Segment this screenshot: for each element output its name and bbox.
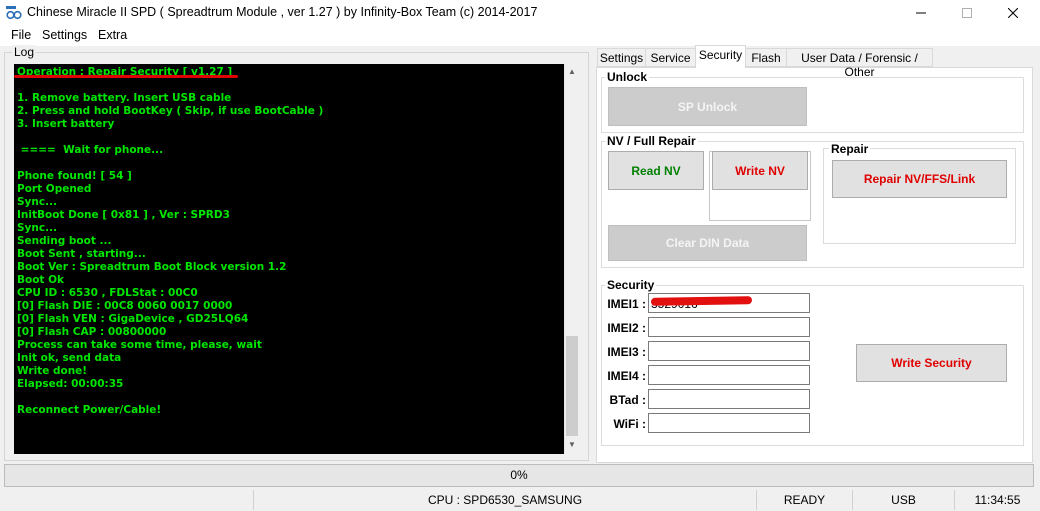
app-logo-icon [6, 6, 22, 20]
log-line: [0] Flash CAP : 00800000 [17, 326, 167, 338]
tab-service[interactable]: Service [645, 48, 696, 67]
status-state: READY [756, 490, 852, 510]
log-console[interactable]: Operation : Repair Security [ v1.27 ] 1. … [14, 64, 564, 454]
log-line: 1. Remove battery. Insert USB cable [17, 92, 232, 104]
wifi-field[interactable] [648, 413, 810, 433]
maximize-button[interactable] [944, 0, 990, 26]
write-security-button[interactable]: Write Security [856, 344, 1007, 382]
repair-nv-ffs-link-button[interactable]: Repair NV/FFS/Link [832, 160, 1007, 198]
security-title: Security [605, 278, 657, 292]
tab-flash[interactable]: Flash [745, 48, 787, 67]
log-line: Boot Ver : Spreadtrum Boot Block version… [17, 261, 287, 273]
minimize-button[interactable] [898, 0, 944, 26]
log-line: Sync... [17, 196, 58, 208]
log-line: CPU ID : 6530 , FDLStat : 00C0 [17, 287, 198, 299]
log-line: Reconnect Power/Cable! [17, 404, 162, 416]
log-line: ==== Wait for phone... [17, 144, 164, 156]
log-line: Boot Ok [17, 274, 65, 286]
log-line: 3. Insert battery [17, 118, 115, 130]
close-button[interactable] [990, 0, 1036, 26]
write-nv-button[interactable]: Write NV [712, 151, 808, 190]
log-line: Init ok, send data [17, 352, 122, 364]
menu-settings[interactable]: Settings [42, 28, 87, 42]
tab-security[interactable]: Security [695, 45, 746, 68]
menu-extra[interactable]: Extra [98, 28, 127, 42]
read-nv-button[interactable]: Read NV [608, 151, 704, 190]
imei3-field[interactable] [648, 341, 810, 361]
tab-settings[interactable]: Settings [597, 48, 646, 67]
red-underline-annotation [14, 75, 238, 78]
progress-text: 0% [510, 468, 528, 482]
imei4-label: IMEI4 : [607, 369, 646, 383]
status-cpu: CPU : SPD6530_SAMSUNG [253, 490, 756, 510]
imei1-label: IMEI1 : [607, 297, 646, 311]
unlock-title: Unlock [605, 70, 650, 84]
sp-unlock-button[interactable]: SP Unlock [608, 87, 807, 126]
log-label: Log [12, 45, 37, 59]
window-title: Chinese Miracle II SPD ( Spreadtrum Modu… [27, 5, 538, 19]
log-line: [0] Flash DIE : 00C8 0060 0017 0000 [17, 300, 233, 312]
log-line: Elapsed: 00:00:35 [17, 378, 124, 390]
imei3-label: IMEI3 : [607, 345, 646, 359]
imei2-label: IMEI2 : [607, 321, 646, 335]
log-line: Phone found! [ 54 ] [17, 170, 132, 182]
btad-field[interactable] [648, 389, 810, 409]
log-line: [0] Flash VEN : GigaDevice , GD25LQ64 [17, 313, 249, 325]
log-line: Process can take some time, please, wait [17, 339, 262, 351]
log-line: InitBoot Done [ 0x81 ] , Ver : SPRD3 [17, 209, 230, 221]
close-icon [1008, 8, 1018, 18]
menu-bar [0, 26, 1040, 46]
log-line: Sync... [17, 222, 58, 234]
log-line: Sending boot ... [17, 235, 112, 247]
btad-label: BTad : [609, 393, 646, 407]
log-scroll-thumb[interactable] [566, 336, 578, 436]
clear-din-data-button[interactable]: Clear DIN Data [608, 225, 807, 261]
menu-file[interactable]: File [11, 28, 31, 42]
log-line: 2. Press and hold BootKey ( Skip, if use… [17, 105, 324, 117]
imei2-field[interactable] [648, 317, 810, 337]
status-port: USB [852, 490, 954, 510]
maximize-icon [962, 8, 972, 18]
scroll-down-icon[interactable]: ▼ [568, 440, 576, 449]
imei4-field[interactable] [648, 365, 810, 385]
wifi-label: WiFi : [613, 417, 646, 431]
scroll-up-icon[interactable]: ▲ [568, 67, 576, 76]
repair-title: Repair [829, 142, 871, 156]
tab-user-data[interactable]: User Data / Forensic / Other [786, 48, 933, 79]
log-line: Write done! [17, 365, 88, 377]
status-time: 11:34:55 [954, 490, 1040, 510]
log-lines: Operation : Repair Security [ v1.27 ] 1. … [17, 66, 323, 417]
log-line: Port Opened [17, 183, 92, 195]
log-line: Boot Sent , starting... [17, 248, 146, 260]
minimize-icon [916, 12, 926, 14]
nv-full-repair-title: NV / Full Repair [605, 134, 698, 148]
